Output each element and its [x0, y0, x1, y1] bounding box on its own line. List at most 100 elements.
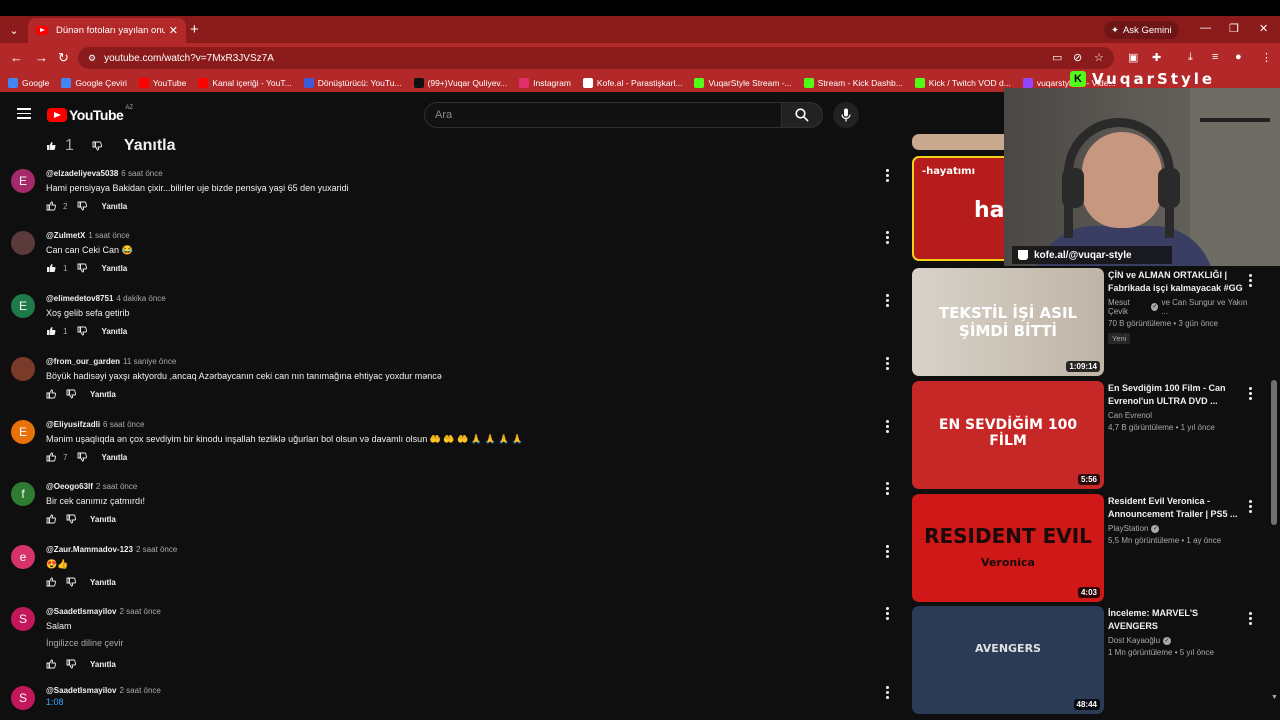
comment-author[interactable]: @elzadeliyeva5038	[46, 169, 118, 178]
cast-icon[interactable]: ▭	[1052, 51, 1062, 64]
channel-name[interactable]: Can Evrenol	[1108, 411, 1152, 420]
bookmark-item[interactable]: Google	[8, 77, 49, 88]
comment-author[interactable]: @SaadetIsmayilov	[46, 686, 117, 695]
comment-author[interactable]: @elimedetov8751	[46, 294, 113, 303]
dislike-icon[interactable]	[66, 514, 76, 524]
reply-button[interactable]: Yanıtla	[101, 264, 127, 273]
comment-author[interactable]: @Eliyusifzadli	[46, 420, 100, 429]
video-info[interactable]: ÇİN ve ALMAN ORTAKLIĞI | Fabrikada işçi …	[1108, 269, 1248, 346]
avatar[interactable]: E	[11, 169, 35, 193]
video-title[interactable]: İnceleme: MARVEL'S AVENGERS	[1108, 607, 1248, 633]
avatar[interactable]: S	[11, 607, 35, 631]
like-icon[interactable]	[46, 389, 56, 399]
video-title[interactable]: En Sevdiğim 100 Film - Can Evrenol'un UL…	[1108, 382, 1248, 408]
channel-name[interactable]: PlayStation	[1108, 524, 1148, 533]
comment-more-icon[interactable]	[886, 231, 890, 244]
avatar[interactable]	[11, 231, 35, 255]
comment-author[interactable]: @Zaur.Mammadov-123	[46, 545, 133, 554]
channel-name[interactable]: Mesut Çevik	[1108, 298, 1148, 316]
video-thumbnail[interactable]: AVENGERS 48:44	[912, 606, 1104, 714]
dislike-icon[interactable]	[77, 452, 88, 462]
bookmark-item[interactable]: (99+)Vuqar Quliyev...	[413, 77, 507, 88]
video-info[interactable]: İnceleme: MARVEL'S AVENGERS Dost Kayaoğlu…	[1108, 607, 1248, 657]
video-more-icon[interactable]	[1249, 500, 1253, 513]
menu-icon[interactable]	[17, 108, 31, 122]
timestamp-link[interactable]: 1:08	[46, 697, 64, 707]
channel-name[interactable]: Dost Kayaoğlu	[1108, 636, 1160, 645]
dislike-icon[interactable]	[77, 263, 88, 273]
comment-time[interactable]: 2 saat önce	[120, 686, 161, 695]
reading-list-icon[interactable]: ≡	[1212, 51, 1218, 63]
bookmark-item[interactable]: YouTube	[138, 77, 186, 88]
comment-time[interactable]: 4 dakika önce	[116, 294, 165, 303]
dislike-icon[interactable]	[66, 389, 76, 399]
window-close-button[interactable]: ✕	[1259, 22, 1268, 35]
reply-button[interactable]: Yanıtla	[101, 453, 127, 462]
sidebar-scrollbar[interactable]	[1271, 380, 1277, 525]
tab-close-icon[interactable]: ✕	[169, 24, 178, 37]
like-icon[interactable]	[46, 452, 56, 462]
reload-button[interactable]: ↻	[58, 50, 69, 66]
like-icon[interactable]	[46, 577, 56, 587]
dislike-icon[interactable]	[77, 326, 88, 336]
comment-author[interactable]: @Oeogo63lf	[46, 482, 93, 491]
bookmark-star-icon[interactable]: ☆	[1094, 51, 1104, 64]
comment-more-icon[interactable]	[886, 169, 890, 182]
comment-time[interactable]: 2 saat önce	[136, 545, 177, 554]
comment-more-icon[interactable]	[886, 420, 890, 433]
browser-tab-active[interactable]: Dünən fotoları yayılan onun du ✕	[28, 18, 186, 43]
reply-button[interactable]: Yanıtla	[124, 137, 176, 155]
avatar[interactable]: e	[11, 545, 35, 569]
video-info[interactable]: En Sevdiğim 100 Film - Can Evrenol'un UL…	[1108, 382, 1248, 432]
comment-more-icon[interactable]	[886, 294, 890, 307]
dislike-icon[interactable]	[66, 577, 76, 587]
scroll-down-arrow-icon[interactable]: ▼	[1271, 694, 1278, 701]
dislike-icon[interactable]	[77, 201, 88, 211]
maximize-button[interactable]: ❐	[1229, 22, 1239, 35]
bookmark-item[interactable]: Instagram	[519, 77, 571, 88]
video-more-icon[interactable]	[1249, 612, 1253, 625]
avatar[interactable]: E	[11, 294, 35, 318]
like-icon[interactable]	[46, 514, 56, 524]
comment-time[interactable]: 6 saat önce	[103, 420, 144, 429]
like-icon[interactable]	[46, 263, 56, 273]
bookmark-item[interactable]: Kick / Twitch VOD d...	[914, 77, 1011, 88]
forward-button[interactable]: →	[35, 50, 48, 65]
comment-time[interactable]: 6 saat önce	[121, 169, 162, 178]
comment-more-icon[interactable]	[886, 545, 890, 558]
like-icon[interactable]	[46, 659, 56, 669]
browser-menu-icon[interactable]: ⋮	[1261, 51, 1272, 64]
bookmark-item[interactable]: VuqarStyle Stream -...	[694, 77, 792, 88]
like-icon[interactable]	[46, 141, 56, 151]
video-thumbnail[interactable]: TEKSTİL İŞİ ASIL ŞİMDİ BİTTİ 1:09:14	[912, 268, 1104, 376]
video-more-icon[interactable]	[1249, 387, 1253, 400]
comment-time[interactable]: 2 saat önce	[120, 607, 161, 616]
comment-time[interactable]: 2 saat önce	[96, 482, 137, 491]
reply-button[interactable]: Yanıtla	[90, 660, 116, 669]
avatar[interactable]: E	[11, 420, 35, 444]
search-button[interactable]	[781, 102, 823, 128]
profile-avatar-icon[interactable]: ●	[1235, 51, 1242, 63]
youtube-logo[interactable]: YouTube AZ	[47, 105, 133, 123]
minimize-button[interactable]: —	[1200, 22, 1211, 34]
bookmark-item[interactable]: Google Çeviri	[61, 77, 127, 88]
bookmark-item[interactable]: Stream - Kick Dashb...	[803, 77, 903, 88]
comment-more-icon[interactable]	[886, 607, 890, 620]
download-icon[interactable]: ⤓	[1188, 51, 1193, 64]
avatar[interactable]: S	[11, 686, 35, 710]
reply-button[interactable]: Yanıtla	[90, 390, 116, 399]
ask-gemini-button[interactable]: ✦ Ask Gemini	[1104, 21, 1179, 39]
comment-more-icon[interactable]	[886, 357, 890, 370]
video-info[interactable]: Resident Evil Veronica - Announcement Tr…	[1108, 495, 1248, 545]
comment-author[interactable]: @SaadetIsmayilov	[46, 607, 117, 616]
tab-search-icon[interactable]: ⌄	[4, 20, 24, 40]
search-input[interactable]: Ara	[424, 102, 782, 128]
back-button[interactable]: ←	[10, 50, 23, 65]
comment-more-icon[interactable]	[886, 482, 890, 495]
address-bar[interactable]: ⚙ youtube.com/watch?v=7MxR3JVSz7A	[78, 47, 1114, 69]
reply-button[interactable]: Yanıtla	[101, 327, 127, 336]
bookmark-item[interactable]: Dönüştürücü: YouTu...	[303, 77, 402, 88]
like-icon[interactable]	[46, 201, 56, 211]
video-thumbnail[interactable]: EN SEVDİĞİM 100 FİLM 5:56	[912, 381, 1104, 489]
video-thumbnail[interactable]: RESIDENT EVIL Veronica 4:03	[912, 494, 1104, 602]
